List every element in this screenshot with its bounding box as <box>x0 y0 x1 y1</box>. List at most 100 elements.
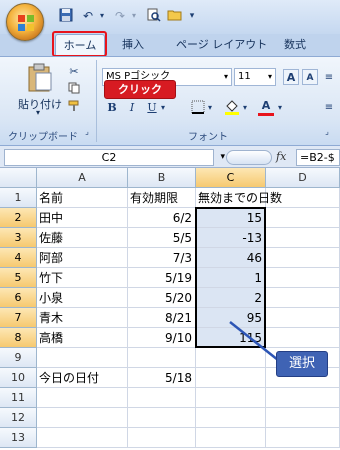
font-launcher-icon[interactable]: ⌟ <box>322 127 332 137</box>
customize-qat-icon[interactable]: ▾ <box>184 8 200 24</box>
grid-cell[interactable] <box>37 348 128 368</box>
column-header[interactable]: A <box>37 168 128 188</box>
grid-cell[interactable] <box>196 428 266 448</box>
open-folder-icon[interactable] <box>166 8 182 24</box>
row-header[interactable]: 4 <box>0 248 37 268</box>
column-header[interactable]: C <box>196 168 266 188</box>
undo-dropdown-icon[interactable]: ▾ <box>94 8 110 24</box>
row-header[interactable]: 12 <box>0 408 37 428</box>
paste-button[interactable]: 貼り付け ▾ <box>18 62 62 118</box>
grid-cell[interactable]: 6/2 <box>128 208 196 228</box>
save-icon[interactable] <box>58 8 74 24</box>
grid-cell[interactable]: 名前 <box>37 188 128 208</box>
font-size-dropdown-icon: ▾ <box>267 72 272 81</box>
formula-input[interactable]: =B2-$ <box>296 149 340 166</box>
bold-button[interactable]: B <box>104 100 120 116</box>
grid-cell[interactable]: 阿部 <box>37 248 128 268</box>
grid-cell[interactable]: 7/3 <box>128 248 196 268</box>
grid-cell[interactable] <box>266 248 340 268</box>
font-color-button[interactable]: A <box>258 98 274 116</box>
grid-cell[interactable] <box>128 348 196 368</box>
borders-dropdown-icon[interactable]: ▾ <box>206 100 214 116</box>
grid-cell[interactable] <box>196 408 266 428</box>
row-header[interactable]: 5 <box>0 268 37 288</box>
grid-cell[interactable]: 田中 <box>37 208 128 228</box>
underline-button[interactable]: U <box>144 100 160 116</box>
grid-cell[interactable] <box>128 388 196 408</box>
format-painter-icon[interactable] <box>66 100 82 116</box>
grid-cell[interactable]: 小泉 <box>37 288 128 308</box>
grid-cell[interactable] <box>266 228 340 248</box>
grid-cell[interactable] <box>196 388 266 408</box>
tab-formulas[interactable]: 数式 <box>280 34 310 56</box>
column-header[interactable]: D <box>266 168 340 188</box>
grid-cell[interactable] <box>37 428 128 448</box>
grid-cell[interactable]: 青木 <box>37 308 128 328</box>
grid-cell[interactable] <box>266 408 340 428</box>
fx-button[interactable]: fx <box>276 150 286 163</box>
italic-button[interactable]: I <box>124 100 140 116</box>
grid-cell[interactable] <box>196 368 266 388</box>
name-box-dropdown-icon: ▾ <box>220 152 225 162</box>
grid-cell[interactable]: 竹下 <box>37 268 128 288</box>
grid-cell[interactable]: 佐藤 <box>37 228 128 248</box>
grid-cell[interactable] <box>266 188 340 208</box>
copy-icon[interactable] <box>66 82 82 98</box>
alignment-icon[interactable]: ≡ <box>322 70 336 86</box>
grid-cell[interactable]: 5/18 <box>128 368 196 388</box>
click-callout: クリック <box>104 80 176 99</box>
grid-cell[interactable]: 5/19 <box>128 268 196 288</box>
grid-cell[interactable]: 今日の日付 <box>37 368 128 388</box>
row-header[interactable]: 1 <box>0 188 37 208</box>
grid-cell[interactable] <box>37 408 128 428</box>
office-button[interactable] <box>6 3 44 41</box>
grid-cell[interactable] <box>37 388 128 408</box>
grid-cell[interactable]: 8/21 <box>128 308 196 328</box>
row-header[interactable]: 13 <box>0 428 37 448</box>
grid-cell[interactable] <box>266 268 340 288</box>
grid-cell[interactable] <box>266 288 340 308</box>
grid-cell[interactable] <box>128 408 196 428</box>
paste-dropdown-icon: ▾ <box>36 108 41 117</box>
shrink-font-button[interactable]: A <box>302 69 318 85</box>
name-box[interactable]: C2 ▾ <box>4 149 225 166</box>
cut-icon[interactable]: ✂ <box>66 64 82 80</box>
column-header[interactable]: B <box>128 168 196 188</box>
name-box-value: C2 <box>101 151 117 164</box>
grid-cell[interactable]: 5/5 <box>128 228 196 248</box>
grid-cell[interactable]: 9/10 <box>128 328 196 348</box>
grid-cell[interactable]: 有効期限 <box>128 188 196 208</box>
underline-dropdown-icon[interactable]: ▾ <box>159 100 167 116</box>
fill-color-icon[interactable] <box>224 98 240 115</box>
row-header[interactable]: 9 <box>0 348 37 368</box>
grid-cell[interactable] <box>266 208 340 228</box>
row-header[interactable]: 3 <box>0 228 37 248</box>
grid-cell[interactable] <box>128 428 196 448</box>
grow-font-button[interactable]: A <box>283 69 299 85</box>
formula-bar-resize-handle[interactable] <box>226 150 272 165</box>
print-preview-icon[interactable] <box>146 8 162 24</box>
font-size-select[interactable]: 11 ▾ <box>234 68 276 86</box>
font-color-dropdown-icon[interactable]: ▾ <box>276 100 284 116</box>
row-header[interactable]: 6 <box>0 288 37 308</box>
clipboard-launcher-icon[interactable]: ⌟ <box>82 127 92 137</box>
font-group-label: フォント <box>188 132 228 143</box>
tab-insert[interactable]: 挿入 <box>118 34 148 56</box>
font-size-value: 11 <box>238 71 251 82</box>
tab-page-layout[interactable]: ページ レイアウト <box>172 34 271 56</box>
row-header[interactable]: 10 <box>0 368 37 388</box>
borders-icon[interactable] <box>190 100 206 116</box>
fill-color-dropdown-icon[interactable]: ▾ <box>241 100 249 116</box>
redo-dropdown-icon[interactable]: ▾ <box>126 8 142 24</box>
row-header[interactable]: 11 <box>0 388 37 408</box>
grid-cell[interactable]: 5/20 <box>128 288 196 308</box>
select-all-corner[interactable] <box>0 168 37 188</box>
grid-cell[interactable] <box>266 388 340 408</box>
row-header[interactable]: 7 <box>0 308 37 328</box>
grid-cell[interactable]: 高橋 <box>37 328 128 348</box>
grid-cell[interactable]: 無効までの日数 <box>196 188 282 208</box>
wrap-icon[interactable]: ≡ <box>322 100 336 116</box>
grid-cell[interactable] <box>266 428 340 448</box>
row-header[interactable]: 8 <box>0 328 37 348</box>
row-header[interactable]: 2 <box>0 208 37 228</box>
